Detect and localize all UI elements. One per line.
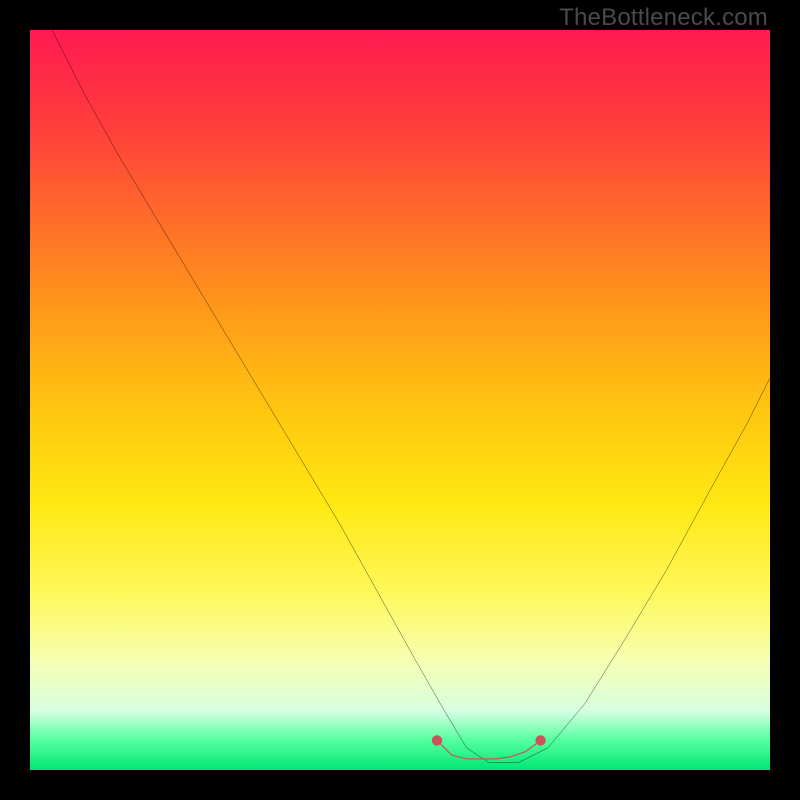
optimal-band-end-dot xyxy=(535,735,545,745)
bottleneck-curve-path xyxy=(52,30,770,763)
optimal-band-path xyxy=(437,740,541,759)
optimal-band-start-dot xyxy=(432,735,442,745)
bottleneck-chart xyxy=(30,30,770,770)
chart-curves-svg xyxy=(30,30,770,770)
watermark-text: TheBottleneck.com xyxy=(559,4,768,32)
